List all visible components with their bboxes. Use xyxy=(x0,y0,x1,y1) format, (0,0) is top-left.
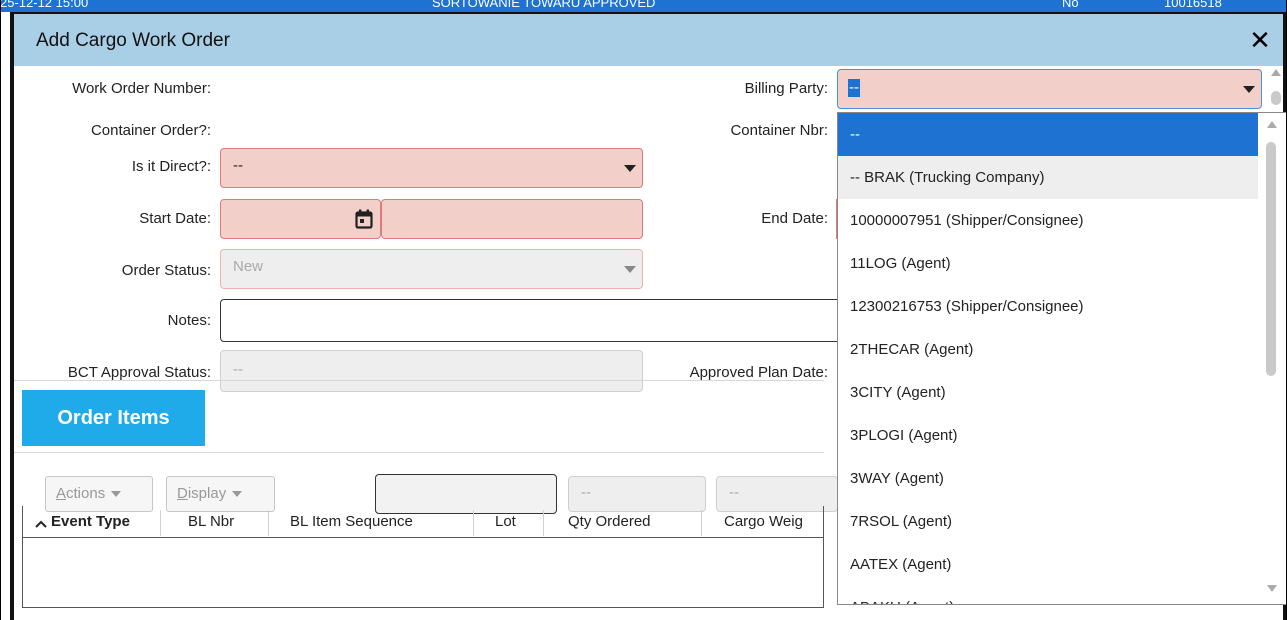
background-title: SORTOWANIE TOWARU APPROVED xyxy=(432,0,656,10)
close-icon[interactable]: ✕ xyxy=(1246,26,1274,54)
notes-input[interactable] xyxy=(220,299,837,342)
billing-party-label: Billing Party: xyxy=(744,80,828,97)
bct-approval-status-input[interactable]: -- xyxy=(220,350,643,392)
chevron-down-icon xyxy=(624,266,636,273)
order-status-value: New xyxy=(233,258,264,275)
grid-header-row: Event Type BL Nbr BL Item Sequence Lot Q… xyxy=(22,506,824,538)
calendar-icon[interactable] xyxy=(355,209,373,229)
column-header-lot[interactable]: Lot xyxy=(495,513,516,530)
order-status-label: Order Status: xyxy=(121,262,211,279)
chevron-down-icon xyxy=(111,491,122,498)
filter-select-2-value: -- xyxy=(581,484,591,501)
dropdown-option[interactable]: -- xyxy=(838,113,1258,156)
chevron-down-icon xyxy=(232,491,243,498)
order-items-tab[interactable]: Order Items xyxy=(22,390,205,446)
column-separator[interactable] xyxy=(268,510,269,536)
dropdown-option[interactable]: 11LOG (Agent) xyxy=(838,242,1258,285)
display-label: isplay xyxy=(187,485,227,502)
main-scrollbar[interactable] xyxy=(1270,69,1282,105)
is-direct-value: -- xyxy=(233,157,243,174)
dropdown-option[interactable]: 3WAY (Agent) xyxy=(838,457,1258,500)
dropdown-option[interactable]: AATEX (Agent) xyxy=(838,543,1258,586)
start-time-input[interactable] xyxy=(381,199,643,239)
dropdown-option[interactable]: 3CITY (Agent) xyxy=(838,371,1258,414)
actions-label: ctions xyxy=(66,485,106,502)
is-direct-select[interactable]: -- xyxy=(220,148,643,188)
is-direct-label: Is it Direct?: xyxy=(131,158,211,175)
column-separator[interactable] xyxy=(473,510,474,536)
column-separator[interactable] xyxy=(543,510,544,536)
column-header-bl-item-sequence[interactable]: BL Item Sequence xyxy=(290,513,413,530)
section-divider xyxy=(14,452,824,453)
background-timestamp: 25-12-12 15:00 xyxy=(0,0,89,10)
dropdown-option[interactable]: 12300216753 (Shipper/Consignee) xyxy=(838,285,1258,328)
order-status-select[interactable]: New xyxy=(220,249,643,289)
filter-select-3-value: -- xyxy=(729,484,739,501)
billing-party-value: -- xyxy=(848,79,860,97)
dialog-titlebar: Add Cargo Work Order ✕ xyxy=(14,14,1283,66)
background-no-value: 10016518 xyxy=(1164,0,1222,10)
bct-approval-status-value: -- xyxy=(233,361,243,378)
scroll-up-icon[interactable] xyxy=(1271,69,1281,76)
dropdown-option[interactable]: 10000007951 (Shipper/Consignee) xyxy=(838,199,1258,242)
billing-party-select[interactable]: -- xyxy=(837,69,1262,109)
end-date-label: End Date: xyxy=(761,210,828,227)
sort-ascending-icon[interactable] xyxy=(35,520,47,528)
scroll-down-icon[interactable] xyxy=(1267,585,1277,592)
dropdown-option[interactable]: 2THECAR (Agent) xyxy=(838,328,1258,371)
scroll-up-icon[interactable] xyxy=(1267,121,1277,128)
column-separator[interactable] xyxy=(701,510,702,536)
start-date-label: Start Date: xyxy=(139,210,211,227)
work-order-number-label: Work Order Number: xyxy=(72,80,211,97)
container-order-label: Container Order?: xyxy=(90,122,211,139)
notes-label: Notes: xyxy=(167,312,211,329)
chevron-down-icon xyxy=(1243,86,1255,93)
column-header-qty-ordered[interactable]: Qty Ordered xyxy=(568,513,651,530)
actions-accelerator: A xyxy=(56,485,67,502)
dropdown-scrollbar-thumb[interactable] xyxy=(1266,142,1276,376)
start-date-input[interactable] xyxy=(220,199,381,239)
chevron-down-icon xyxy=(624,165,636,172)
background-no-label: No xyxy=(1062,0,1079,10)
column-separator[interactable] xyxy=(160,510,161,536)
display-accelerator: D xyxy=(177,485,188,502)
background-window-header: 25-12-12 15:00 SORTOWANIE TOWARU APPROVE… xyxy=(0,0,1287,12)
column-header-event-type[interactable]: Event Type xyxy=(51,513,130,530)
dropdown-option[interactable]: ABAKU (Agent) xyxy=(838,586,1258,604)
dropdown-option[interactable]: 3PLOGI (Agent) xyxy=(838,414,1258,457)
column-header-cargo-weight[interactable]: Cargo Weig xyxy=(724,513,803,530)
main-scrollbar-thumb[interactable] xyxy=(1271,91,1281,105)
dropdown-option[interactable]: 7RSOL (Agent) xyxy=(838,500,1258,543)
approved-plan-date-label: Approved Plan Date: xyxy=(689,364,828,381)
bct-approval-status-label: BCT Approval Status: xyxy=(67,364,211,381)
dialog-title: Add Cargo Work Order xyxy=(36,30,230,51)
billing-party-dropdown-list: -- -- BRAK (Trucking Company) 1000000795… xyxy=(837,112,1287,605)
dropdown-option[interactable]: -- BRAK (Trucking Company) xyxy=(838,156,1258,199)
container-nbr-label: Container Nbr: xyxy=(730,122,828,139)
column-header-bl-nbr[interactable]: BL Nbr xyxy=(188,513,234,530)
section-divider xyxy=(14,380,824,381)
